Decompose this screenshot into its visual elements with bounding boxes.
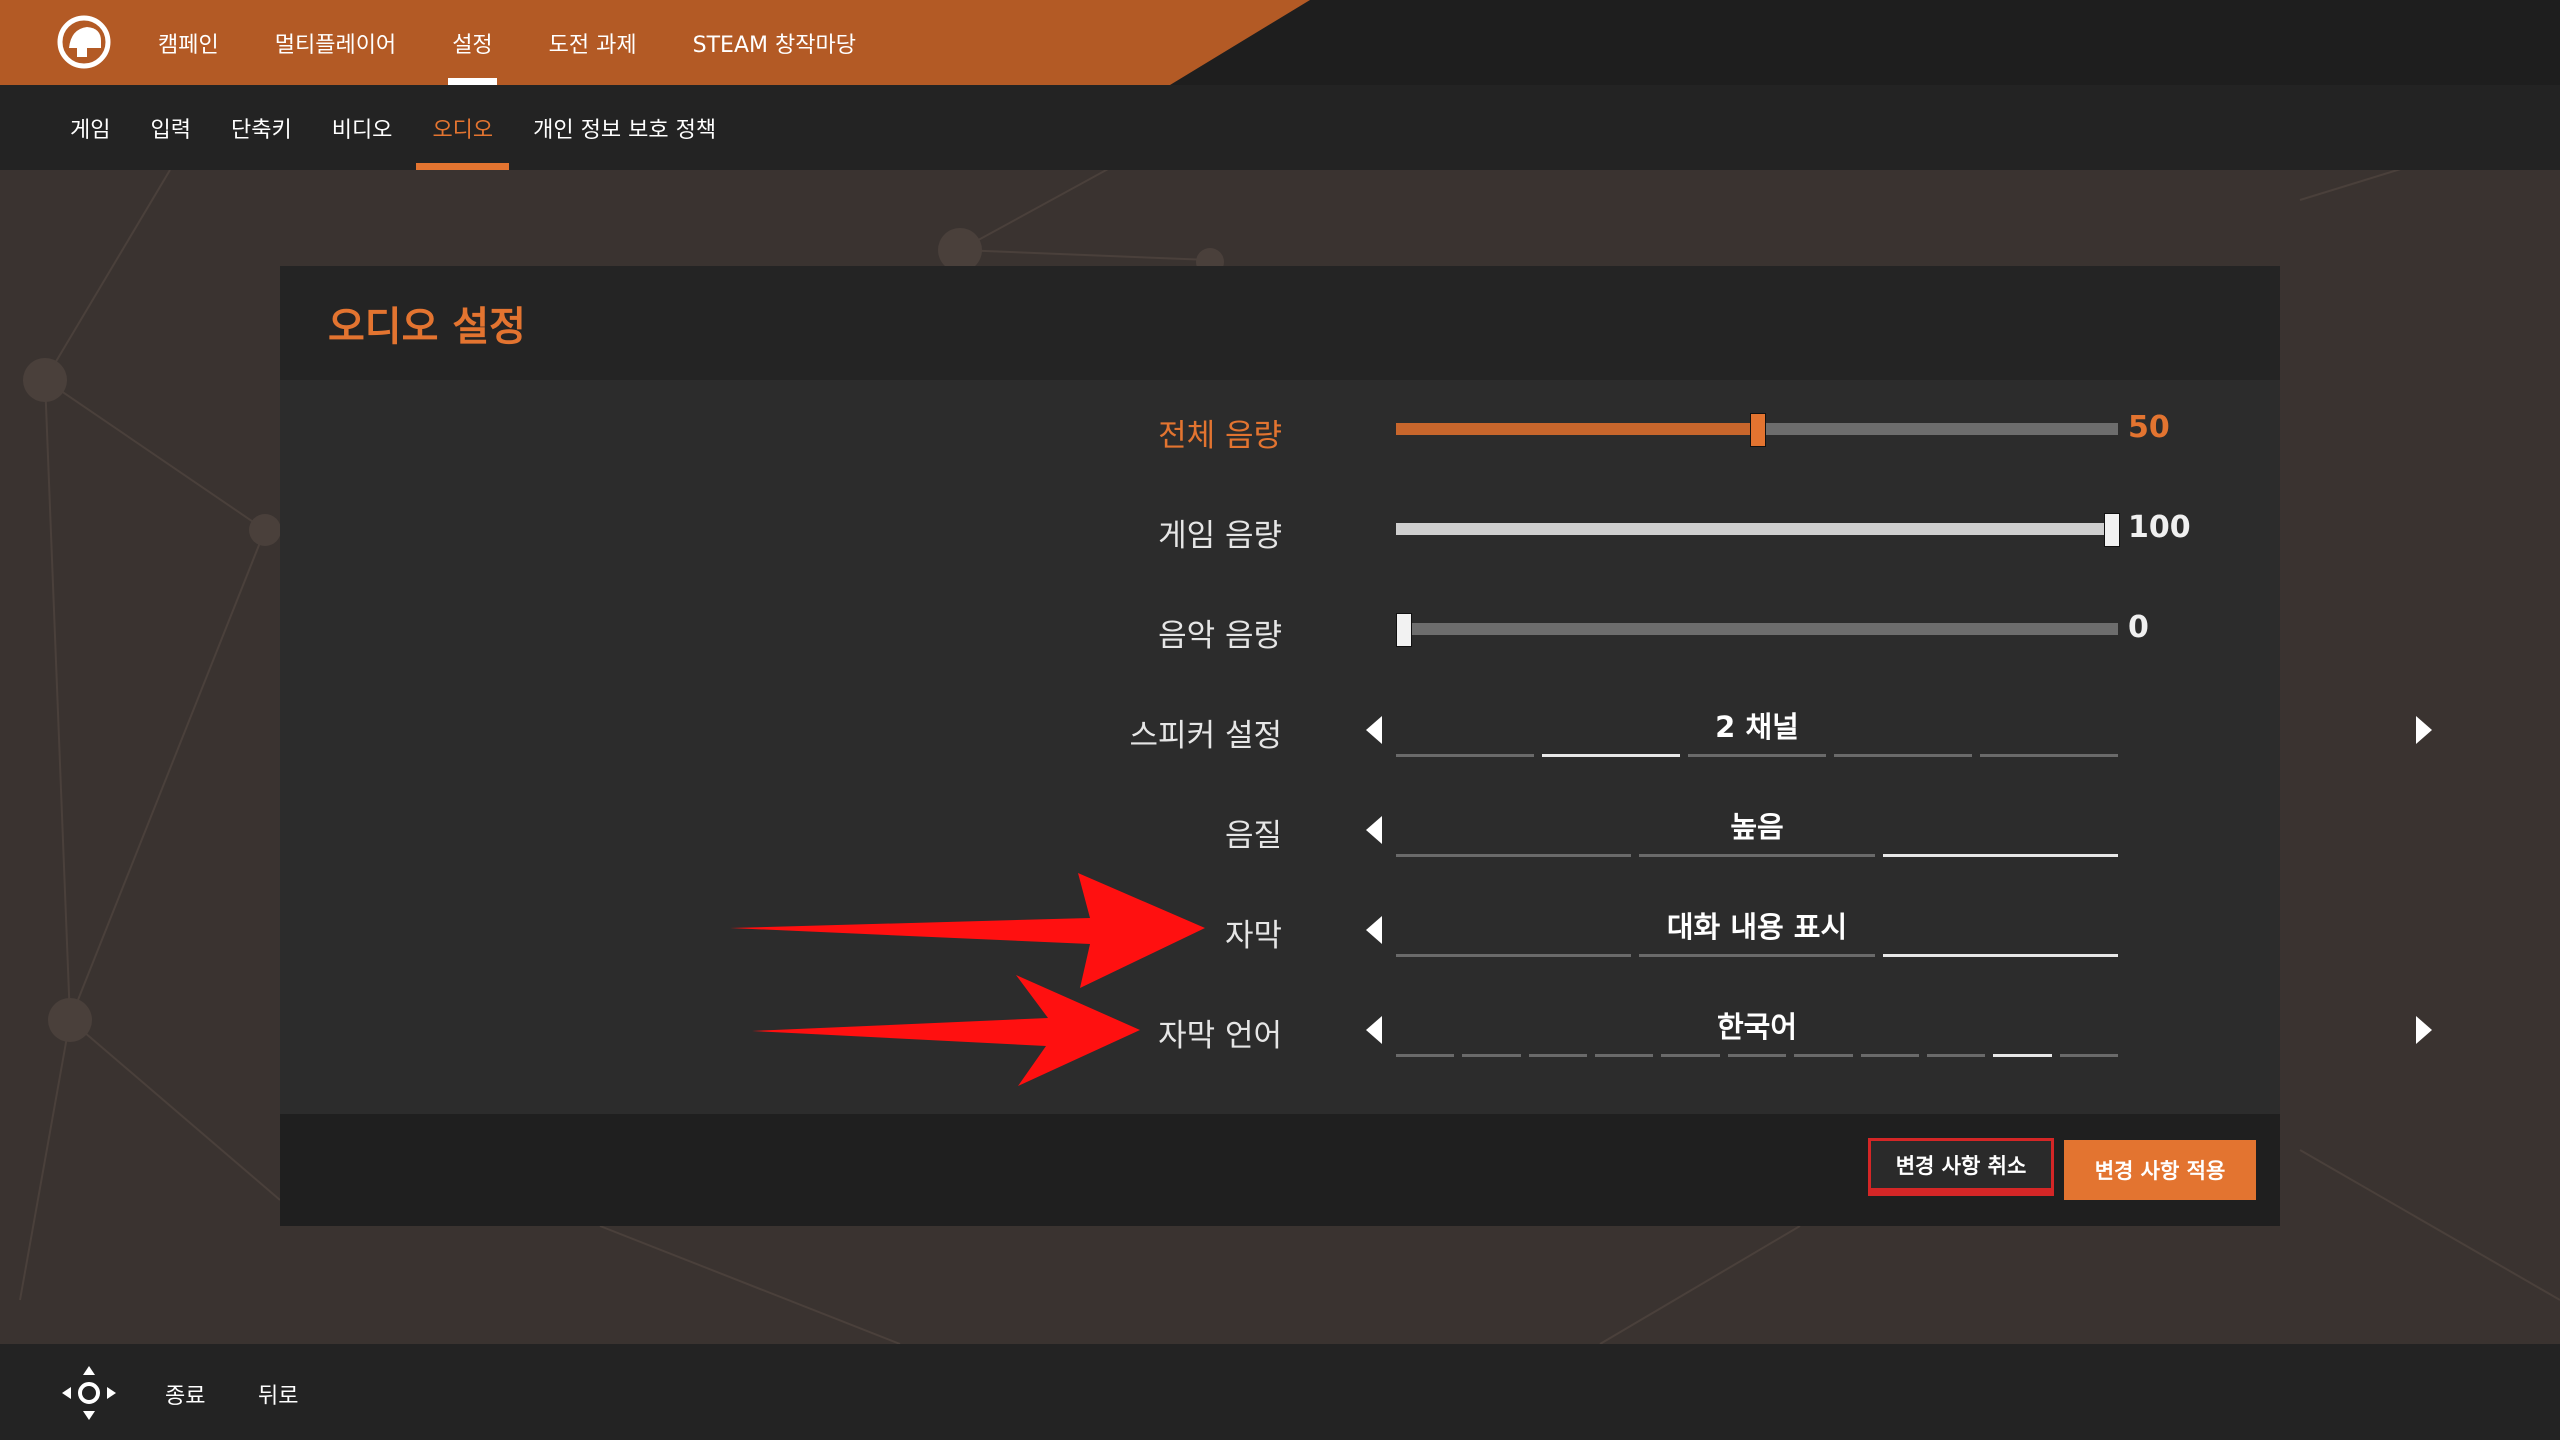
tab-input[interactable]: 입력: [130, 85, 210, 170]
panel-header: 오디오 설정: [280, 266, 2280, 380]
option-indicator: [1396, 854, 2118, 857]
option-segment: [1542, 754, 1680, 757]
option-segment: [1396, 1054, 1455, 1057]
subtitles-value: 대화 내용 표시: [1666, 910, 1848, 944]
top-nav-bar: 캠페인 멀티플레이어 설정 도전 과제 STEAM 창작마당: [0, 0, 2560, 85]
top-nav-achievements[interactable]: 도전 과제: [521, 0, 665, 85]
speaker-config-label: 스피커 설정: [1129, 718, 1282, 754]
option-segment: [2059, 1054, 2118, 1057]
arrow-right-icon[interactable]: [2408, 713, 2438, 747]
music-volume-value: 0: [2128, 610, 2149, 645]
option-segment: [1462, 1054, 1521, 1057]
master-volume-label: 전체 음량: [1158, 418, 1282, 454]
option-segment: [1396, 854, 1632, 857]
tab-privacy-policy[interactable]: 개인 정보 보호 정책: [513, 85, 736, 170]
option-segment: [1661, 1054, 1720, 1057]
setting-row-subtitles: 자막 대화 내용 표시: [280, 880, 2280, 980]
subtitle-language-label: 자막 언어: [1158, 1018, 1282, 1054]
top-nav-workshop[interactable]: STEAM 창작마당: [665, 0, 884, 85]
audio-quality-label: 음질: [1224, 818, 1282, 854]
option-segment: [1882, 854, 2118, 857]
game-volume-label: 게임 음량: [1158, 518, 1282, 554]
setting-row-master-volume: 전체 음량 50: [280, 380, 2280, 480]
setting-row-game-volume: 게임 음량 100: [280, 480, 2280, 580]
page-title: 오디오 설정: [328, 304, 526, 350]
option-segment: [1993, 1054, 2052, 1057]
slider-fill: [1396, 423, 1757, 435]
speaker-config-value: 2 채널: [1715, 710, 1799, 744]
game-volume-slider[interactable]: [1396, 513, 2120, 547]
master-volume-slider[interactable]: [1396, 413, 2118, 447]
option-segment: [1396, 954, 1632, 957]
arrow-left-icon[interactable]: [1360, 813, 1390, 847]
discard-changes-button[interactable]: 변경 사항 취소: [1868, 1138, 2054, 1196]
back-button[interactable]: 뒤로: [258, 1378, 298, 1410]
option-segment: [1688, 754, 1826, 757]
arrow-left-icon[interactable]: [1360, 1013, 1390, 1047]
slider-fill: [1396, 523, 2118, 535]
game-logo-icon[interactable]: [57, 15, 111, 69]
option-segment: [1882, 954, 2118, 957]
quit-button[interactable]: 종료: [165, 1378, 205, 1410]
panel-footer: 변경 사항 취소 변경 사항 적용: [280, 1114, 2280, 1226]
slider-thumb[interactable]: [1396, 613, 1412, 647]
tab-hotkeys[interactable]: 단축키: [211, 85, 312, 170]
tab-game[interactable]: 게임: [50, 85, 130, 170]
subtitles-label: 자막: [1224, 918, 1282, 954]
setting-row-music-volume: 음악 음량 0: [280, 580, 2280, 680]
bottom-bar: 종료 뒤로: [0, 1344, 2560, 1440]
sub-nav: 게임 입력 단축키 비디오 오디오 개인 정보 보호 정책: [50, 85, 736, 170]
option-segment: [1794, 1054, 1853, 1057]
settings-panel: 전체 음량 50 게임 음량 100 음악 음량 0 스피커 설정 2 채널 음…: [280, 380, 2432, 1114]
option-segment: [1639, 854, 1875, 857]
option-indicator: [1396, 1054, 2118, 1057]
sub-nav-bar: 게임 입력 단축키 비디오 오디오 개인 정보 보호 정책: [0, 85, 2560, 170]
top-nav-multiplayer[interactable]: 멀티플레이어: [247, 0, 424, 85]
option-segment: [1926, 1054, 1986, 1057]
option-segment: [1860, 1054, 1919, 1057]
master-volume-value: 50: [2128, 410, 2170, 445]
music-volume-slider[interactable]: [1396, 613, 2118, 647]
slider-thumb[interactable]: [2104, 513, 2120, 547]
tab-video[interactable]: 비디오: [312, 85, 413, 170]
top-nav-settings[interactable]: 설정: [424, 0, 520, 85]
setting-row-speaker-config: 스피커 설정 2 채널: [280, 680, 2432, 780]
setting-row-audio-quality: 음질 높음: [280, 780, 2280, 880]
option-segment: [1595, 1054, 1654, 1057]
option-indicator: [1396, 754, 2118, 757]
option-segment: [1980, 754, 2118, 757]
option-segment: [1396, 754, 1534, 757]
apply-changes-button[interactable]: 변경 사항 적용: [2064, 1140, 2256, 1200]
option-segment: [1834, 754, 1972, 757]
arrow-right-icon[interactable]: [2408, 1013, 2438, 1047]
dpad-icon: [60, 1364, 118, 1422]
audio-quality-value: 높음: [1730, 810, 1784, 844]
option-segment: [1528, 1054, 1588, 1057]
tab-audio[interactable]: 오디오: [412, 85, 513, 170]
option-segment: [1727, 1054, 1787, 1057]
option-indicator: [1396, 954, 2118, 957]
game-volume-value: 100: [2128, 510, 2191, 545]
arrow-left-icon[interactable]: [1360, 913, 1390, 947]
option-segment: [1639, 954, 1875, 957]
top-nav: 캠페인 멀티플레이어 설정 도전 과제 STEAM 창작마당: [130, 0, 884, 85]
arrow-left-icon[interactable]: [1360, 713, 1390, 747]
music-volume-label: 음악 음량: [1158, 618, 1282, 654]
subtitle-language-value: 한국어: [1716, 1010, 1798, 1044]
slider-thumb[interactable]: [1750, 413, 1766, 447]
top-nav-campaign[interactable]: 캠페인: [130, 0, 247, 85]
setting-row-subtitle-language: 자막 언어 한국어: [280, 980, 2432, 1080]
